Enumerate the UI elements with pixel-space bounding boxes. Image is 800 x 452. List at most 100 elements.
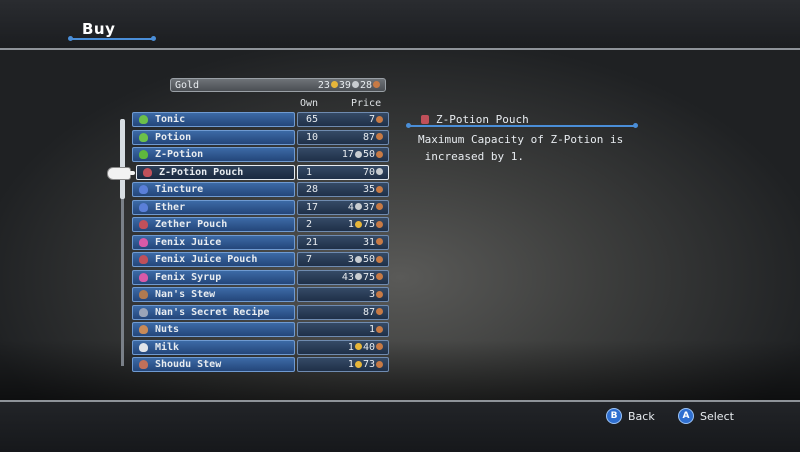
gold-coin-icon — [354, 220, 362, 228]
description-text: Maximum Capacity of Z-Potion is increase… — [418, 133, 624, 163]
column-header-price: Price — [351, 98, 382, 109]
gold-display: Gold 23 39 28 — [170, 78, 386, 92]
item-price-major: 43 — [341, 271, 354, 283]
item-stats-cell: 7 3 50 — [297, 252, 389, 267]
select-hint[interactable]: A Select — [678, 408, 734, 424]
item-price: 35 — [363, 183, 384, 196]
item-stats-cell: 1 — [297, 322, 389, 337]
potion-green-icon — [139, 132, 148, 142]
item-row[interactable]: Milk 1 40 — [132, 339, 389, 355]
item-price-major: 1 — [347, 219, 354, 230]
copper-coin-icon — [376, 290, 383, 298]
item-price-minor: 37 — [362, 201, 375, 213]
item-price-minor: 50 — [362, 149, 375, 160]
item-row[interactable]: Nan's Secret Recipe 87 — [132, 304, 389, 320]
item-row[interactable]: Fenix Juice 21 31 — [132, 234, 389, 250]
background-scene — [0, 50, 800, 400]
item-price-minor: 75 — [362, 219, 375, 230]
item-name-cell: Potion — [132, 129, 295, 145]
item-name: Ether — [155, 201, 186, 213]
hand-cursor-icon — [107, 167, 135, 180]
select-label: Select — [700, 409, 734, 423]
copper-coin-icon — [376, 360, 383, 368]
item-price-major: 70 — [362, 166, 375, 178]
gold-amount: 23 39 28 — [318, 80, 381, 91]
item-stats-cell: 10 87 — [297, 129, 389, 145]
item-name: Fenix Juice Pouch — [155, 254, 258, 265]
copper-coin-icon — [376, 308, 383, 315]
item-name-cell: Fenix Juice Pouch — [132, 252, 295, 267]
item-name-cell: Tonic — [132, 112, 295, 127]
item-price: 1 73 — [348, 358, 384, 371]
silver-coin-icon — [354, 255, 362, 263]
item-price-major: 31 — [362, 236, 375, 248]
pouch-icon — [143, 167, 152, 177]
b-button-icon: B — [606, 408, 622, 424]
gold-value: 23 — [317, 79, 330, 91]
gold-coin-icon — [330, 81, 338, 88]
item-price-major: 35 — [362, 184, 375, 195]
item-stats-cell: 28 35 — [297, 182, 389, 197]
item-name-cell: Shoudu Stew — [132, 357, 295, 372]
item-row[interactable]: Potion 10 87 — [132, 129, 389, 145]
item-own-count: 2 — [306, 219, 313, 230]
item-stats-cell: 2 1 75 — [297, 217, 389, 232]
item-row[interactable]: Shoudu Stew 1 73 — [132, 357, 389, 372]
item-row[interactable]: Z-Potion Pouch 1 70 — [132, 164, 389, 180]
copper-coin-icon — [376, 238, 383, 245]
item-name-cell: Milk — [132, 339, 295, 355]
item-row[interactable]: Zether Pouch 2 1 75 — [132, 217, 389, 232]
item-name-cell: Fenix Juice — [132, 234, 295, 250]
copper-coin-icon — [376, 133, 383, 140]
item-stats-cell: 17 4 37 — [297, 199, 389, 215]
potion-pink-icon — [139, 237, 148, 247]
item-stats-cell: 65 7 — [297, 112, 389, 127]
silver-coin-icon — [354, 203, 362, 210]
item-price: 87 — [363, 306, 384, 319]
item-row[interactable]: Ether 17 4 37 — [132, 199, 389, 215]
item-name-cell: Ether — [132, 199, 295, 215]
item-price: 7 — [369, 113, 384, 126]
item-own-count: 10 — [306, 131, 319, 143]
item-name-cell: Fenix Syrup — [132, 269, 295, 285]
item-price: 70 — [363, 166, 384, 179]
scrollbar-thumb[interactable] — [120, 119, 125, 199]
jar-icon — [139, 307, 148, 317]
item-name: Shoudu Stew — [155, 359, 222, 370]
potion-blue-icon — [139, 202, 148, 212]
item-price-minor: 40 — [362, 341, 375, 353]
copper-coin-icon — [376, 150, 383, 158]
copper-coin-icon — [376, 203, 383, 210]
item-row[interactable]: Tincture 28 35 — [132, 182, 389, 197]
item-name: Tincture — [155, 184, 204, 195]
item-name: Milk — [155, 341, 180, 353]
item-name: Potion — [155, 131, 192, 143]
item-price-minor: 73 — [362, 359, 375, 370]
silver-coin-icon — [354, 150, 362, 158]
description-underline — [406, 123, 638, 128]
item-price-major: 17 — [341, 149, 354, 160]
item-row[interactable]: Nan's Stew 3 — [132, 287, 389, 302]
item-row[interactable]: Nuts 1 — [132, 322, 389, 337]
item-row[interactable]: Fenix Juice Pouch 7 3 50 — [132, 252, 389, 267]
item-price-major: 1 — [347, 341, 354, 353]
item-name: Z-Potion Pouch — [159, 166, 244, 178]
silver-coin-icon — [351, 81, 359, 88]
item-stats-cell: 43 75 — [297, 269, 389, 285]
item-name-cell: Nuts — [132, 322, 295, 337]
item-name: Z-Potion — [155, 149, 204, 160]
item-price: 31 — [363, 236, 384, 249]
item-price: 1 75 — [348, 218, 384, 231]
jar-icon — [139, 290, 148, 299]
item-price: 1 40 — [348, 341, 384, 354]
item-row[interactable]: Fenix Syrup 43 75 — [132, 269, 389, 285]
item-name: Fenix Juice — [155, 236, 222, 248]
potion-green-icon — [139, 115, 148, 124]
back-hint[interactable]: B Back — [606, 408, 655, 424]
pouch-icon — [139, 220, 148, 229]
item-row[interactable]: Tonic 65 7 — [132, 112, 389, 127]
copper-coin-icon — [376, 220, 383, 228]
item-price: 3 — [369, 288, 384, 301]
silver-value: 39 — [338, 79, 351, 91]
item-row[interactable]: Z-Potion 17 50 — [132, 147, 389, 162]
